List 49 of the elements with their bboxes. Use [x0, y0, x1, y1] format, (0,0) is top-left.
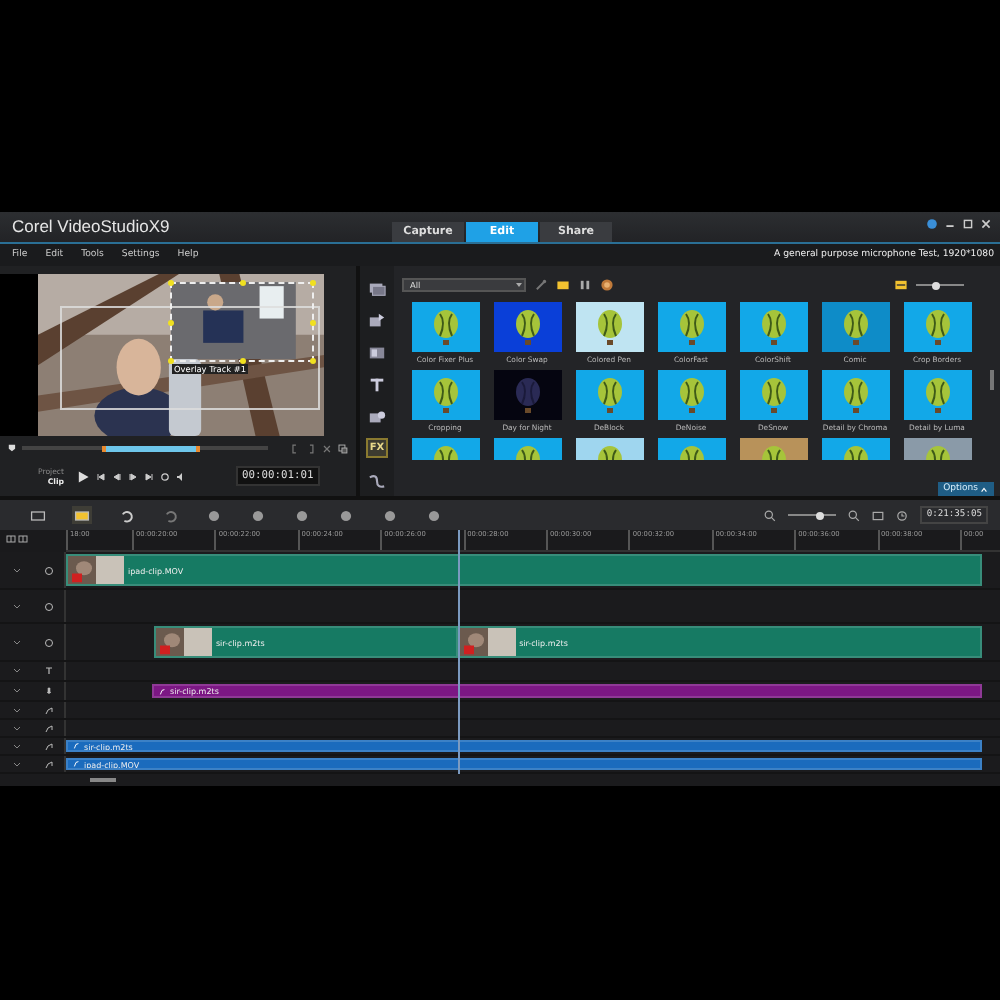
trim-range[interactable] — [101, 445, 200, 451]
media-tool[interactable] — [366, 278, 388, 298]
wand-icon[interactable] — [534, 278, 548, 292]
scrollbar[interactable] — [90, 778, 116, 782]
pause-icon[interactable] — [578, 278, 592, 292]
app-logo: Corel VideoStudioX9 — [12, 216, 172, 236]
slider-thumb[interactable] — [931, 281, 940, 289]
overlay-track-icon[interactable] — [43, 601, 53, 611]
home-icon[interactable] — [96, 471, 106, 481]
next-frame-icon[interactable] — [128, 471, 138, 481]
badge-icon[interactable] — [600, 278, 614, 292]
previous-frame-icon[interactable] — [112, 471, 122, 481]
mark-in-icon[interactable] — [290, 443, 301, 453]
timeline-icon[interactable] — [72, 506, 92, 524]
voice-track-icon[interactable] — [43, 686, 53, 696]
zoom-out-icon[interactable] — [764, 509, 777, 521]
enlarge-icon[interactable] — [338, 443, 349, 453]
title-track-icon[interactable] — [43, 666, 53, 676]
redo-icon[interactable] — [160, 506, 180, 524]
clock-icon[interactable] — [896, 509, 909, 521]
globe-icon[interactable] — [926, 218, 938, 230]
mark-out-icon[interactable] — [306, 443, 317, 453]
undo-icon[interactable] — [116, 506, 136, 524]
slider-thumb[interactable] — [815, 511, 824, 519]
scrollbar[interactable] — [990, 370, 994, 390]
selection-frame[interactable] — [170, 282, 314, 362]
maximize-icon[interactable] — [962, 218, 974, 230]
storyboard-icon[interactable] — [28, 506, 48, 524]
cut-icon[interactable] — [322, 443, 333, 453]
fit-icon[interactable] — [872, 509, 885, 521]
track-manager-icon[interactable] — [6, 534, 16, 544]
marker-icon[interactable] — [8, 444, 16, 452]
graphic-tool[interactable] — [366, 406, 388, 426]
path-tool[interactable] — [366, 470, 388, 490]
end-icon[interactable] — [144, 471, 154, 481]
folder-icon[interactable] — [556, 278, 570, 292]
volume-icon[interactable] — [176, 471, 186, 481]
caret-icon[interactable] — [980, 485, 988, 493]
repeat-icon[interactable] — [160, 471, 170, 481]
dropdown-arrow-icon[interactable] — [514, 280, 524, 290]
play-icon[interactable] — [76, 469, 90, 483]
list-view-icon[interactable] — [894, 278, 908, 292]
transition-tool[interactable] — [366, 342, 388, 362]
close-icon[interactable] — [980, 218, 992, 230]
instant-tool[interactable] — [366, 310, 388, 330]
overlay-track-icon[interactable] — [43, 637, 53, 647]
video-track-icon[interactable] — [43, 565, 53, 575]
title-tool[interactable] — [366, 374, 388, 394]
zoom-in-icon[interactable] — [848, 509, 861, 521]
